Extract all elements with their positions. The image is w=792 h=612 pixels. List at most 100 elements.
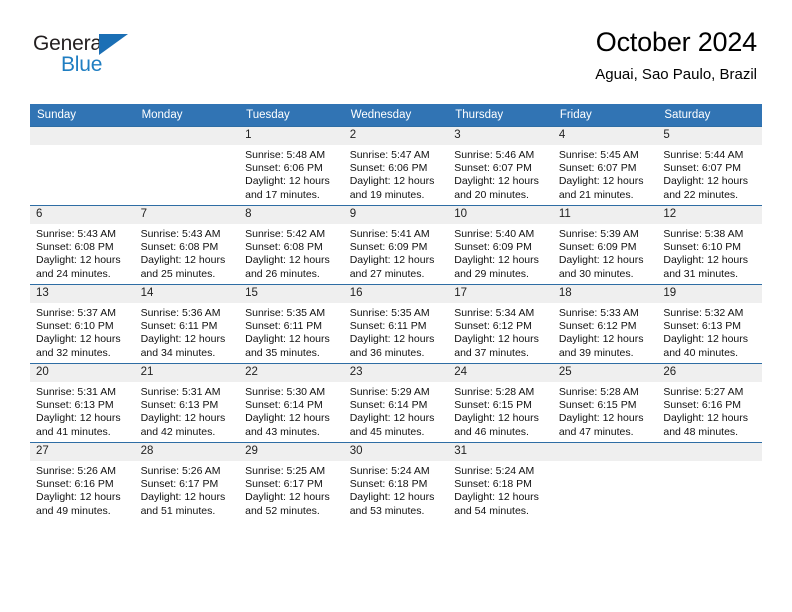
day-detail-line: Sunrise: 5:26 AM [140, 465, 221, 477]
day-detail-line: Sunrise: 5:26 AM [36, 465, 116, 477]
day-detail-line: Sunset: 6:06 PM [245, 162, 323, 175]
day-detail-line: Sunset: 6:17 PM [245, 478, 323, 491]
calendar-day-cell[interactable]: 7 Sunrise: 5:43 AM Sunset: 6:08 PM Daylight… [134, 205, 240, 285]
calendar-day-cell[interactable]: 12 Sunrise: 5:38 AM Sunset: 6:10 PM Dayligh… [657, 205, 762, 285]
day-number: 12 [657, 206, 762, 224]
day-detail-line: Sunrise: 5:33 AM [558, 307, 639, 319]
day-number: 24 [448, 364, 553, 382]
calendar-day-cell[interactable]: 23 Sunrise: 5:29 AM Sunset: 6:14 PM Dayligh… [343, 363, 449, 443]
calendar-day-cell[interactable]: 18 Sunrise: 5:33 AM Sunset: 6:12 PM Dayligh… [552, 284, 658, 364]
calendar-day-cell[interactable]: 8 Sunrise: 5:42 AM Sunset: 6:08 PM Daylight… [239, 205, 344, 285]
day-number: 3 [448, 127, 553, 145]
day-detail-line: Daylight: 12 hours [558, 175, 644, 188]
calendar-day-cell[interactable]: 4 Sunrise: 5:45 AM Sunset: 6:07 PM Daylight… [552, 126, 658, 206]
day-details: Sunrise: 5:48 AM Sunset: 6:06 PM Daylight:… [239, 145, 344, 202]
day-detail-line: Daylight: 12 hours [663, 254, 749, 267]
calendar-day-cell[interactable]: 17 Sunrise: 5:34 AM Sunset: 6:12 PM Dayligh… [448, 284, 553, 364]
day-detail-line: Sunset: 6:07 PM [454, 162, 532, 175]
day-detail-line: Sunset: 6:16 PM [663, 399, 742, 412]
day-detail-line: Sunset: 6:12 PM [558, 320, 637, 333]
calendar-empty-cell [657, 442, 762, 521]
calendar-day-cell[interactable]: 1 Sunrise: 5:48 AM Sunset: 6:06 PM Daylight… [239, 126, 344, 206]
calendar-week-row: 20 Sunrise: 5:31 AM Sunset: 6:13 PM Dayligh… [30, 363, 762, 443]
weekday-header-row: Sunday Monday Tuesday Wednesday Thursday… [30, 104, 762, 127]
triangle-flag-icon [99, 34, 128, 55]
brand-logo[interactable]: General Blue [33, 28, 145, 84]
day-detail-line: Sunset: 6:08 PM [140, 241, 219, 254]
calendar-week-row: 27 Sunrise: 5:26 AM Sunset: 6:16 PM Dayligh… [30, 442, 762, 521]
calendar-day-cell[interactable]: 29 Sunrise: 5:25 AM Sunset: 6:17 PM Dayligh… [239, 442, 344, 521]
day-detail-line: Sunset: 6:11 PM [140, 320, 218, 333]
day-details: Sunrise: 5:35 AM Sunset: 6:11 PM Daylight:… [239, 303, 344, 360]
day-details: Sunrise: 5:28 AM Sunset: 6:15 PM Daylight:… [553, 382, 658, 439]
day-detail-line: Sunset: 6:13 PM [663, 320, 742, 333]
day-number: 4 [552, 127, 658, 145]
day-detail-line: Sunrise: 5:38 AM [663, 228, 744, 240]
day-number: 1 [239, 127, 344, 145]
day-detail-line: Daylight: 12 hours [349, 254, 435, 267]
calendar-day-cell[interactable]: 31 Sunrise: 5:24 AM Sunset: 6:18 PM Dayligh… [448, 442, 553, 521]
calendar-day-cell[interactable]: 11 Sunrise: 5:39 AM Sunset: 6:09 PM Dayligh… [552, 205, 658, 285]
day-detail-line: and 30 minutes. [558, 267, 634, 280]
day-detail-line: Sunset: 6:13 PM [36, 399, 114, 412]
day-detail-line: Sunrise: 5:34 AM [454, 307, 535, 319]
calendar-day-cell[interactable]: 26 Sunrise: 5:27 AM Sunset: 6:16 PM Dayligh… [657, 363, 762, 443]
day-detail-line: and 43 minutes. [245, 425, 320, 438]
day-number: 22 [239, 364, 344, 382]
calendar-day-cell[interactable]: 19 Sunrise: 5:32 AM Sunset: 6:13 PM Dayligh… [657, 284, 762, 364]
day-details: Sunrise: 5:32 AM Sunset: 6:13 PM Daylight:… [657, 303, 762, 360]
day-detail-line: and 37 minutes. [454, 346, 529, 359]
calendar-day-cell[interactable]: 15 Sunrise: 5:35 AM Sunset: 6:11 PM Dayligh… [239, 284, 344, 364]
calendar-day-cell[interactable]: 10 Sunrise: 5:40 AM Sunset: 6:09 PM Dayligh… [448, 205, 553, 285]
calendar-day-cell[interactable]: 28 Sunrise: 5:26 AM Sunset: 6:17 PM Dayligh… [134, 442, 240, 521]
day-detail-line: Sunset: 6:12 PM [454, 320, 532, 333]
day-number: 6 [30, 206, 135, 224]
calendar-empty-cell [552, 442, 658, 521]
day-detail-line: and 54 minutes. [454, 504, 529, 517]
day-detail-line: Sunrise: 5:35 AM [245, 307, 326, 319]
weekday-header-friday: Friday [552, 104, 658, 127]
page-title: October 2024 [595, 27, 757, 57]
calendar-day-cell[interactable]: 2 Sunrise: 5:47 AM Sunset: 6:06 PM Daylight… [343, 126, 449, 206]
day-number: 15 [239, 285, 344, 303]
calendar-day-cell[interactable]: 24 Sunrise: 5:28 AM Sunset: 6:15 PM Dayligh… [448, 363, 553, 443]
day-detail-line: Daylight: 12 hours [349, 491, 435, 504]
calendar-day-cell[interactable]: 30 Sunrise: 5:24 AM Sunset: 6:18 PM Dayligh… [343, 442, 449, 521]
day-details: Sunrise: 5:24 AM Sunset: 6:18 PM Daylight:… [344, 461, 449, 518]
calendar-empty-cell [134, 126, 240, 206]
calendar-day-cell[interactable]: 21 Sunrise: 5:31 AM Sunset: 6:13 PM Dayligh… [134, 363, 240, 443]
calendar-day-cell[interactable]: 27 Sunrise: 5:26 AM Sunset: 6:16 PM Dayligh… [30, 442, 135, 521]
day-detail-line: Daylight: 12 hours [349, 412, 435, 425]
day-detail-line: Sunset: 6:14 PM [349, 399, 428, 412]
calendar-day-cell[interactable]: 5 Sunrise: 5:44 AM Sunset: 6:07 PM Daylight… [657, 126, 762, 206]
day-detail-line: and 25 minutes. [140, 267, 216, 280]
day-detail-line: Daylight: 12 hours [454, 175, 539, 188]
day-detail-line: Sunrise: 5:32 AM [663, 307, 744, 319]
calendar-day-cell[interactable]: 9 Sunrise: 5:41 AM Sunset: 6:09 PM Daylight… [343, 205, 449, 285]
day-number [657, 443, 762, 461]
calendar-day-cell[interactable]: 14 Sunrise: 5:36 AM Sunset: 6:11 PM Dayligh… [134, 284, 240, 364]
page-subtitle: Aguai, Sao Paulo, Brazil [595, 65, 757, 83]
day-detail-line: Daylight: 12 hours [245, 333, 330, 346]
calendar-day-cell[interactable]: 16 Sunrise: 5:35 AM Sunset: 6:11 PM Dayligh… [343, 284, 449, 364]
calendar-day-cell[interactable]: 6 Sunrise: 5:43 AM Sunset: 6:08 PM Daylight… [30, 205, 135, 285]
calendar-day-cell[interactable]: 22 Sunrise: 5:30 AM Sunset: 6:14 PM Dayligh… [239, 363, 344, 443]
calendar-week-row: 1 Sunrise: 5:48 AM Sunset: 6:06 PM Daylight… [30, 126, 762, 206]
day-detail-line: Daylight: 12 hours [663, 333, 749, 346]
calendar-day-cell[interactable]: 25 Sunrise: 5:28 AM Sunset: 6:15 PM Dayligh… [552, 363, 658, 443]
day-detail-line: Sunrise: 5:42 AM [245, 228, 326, 240]
calendar-day-cell[interactable]: 20 Sunrise: 5:31 AM Sunset: 6:13 PM Dayligh… [30, 363, 135, 443]
day-detail-line: and 35 minutes. [245, 346, 320, 359]
day-detail-line: and 42 minutes. [140, 425, 216, 438]
day-number [552, 443, 658, 461]
calendar-body: 1 Sunrise: 5:48 AM Sunset: 6:06 PM Daylight… [30, 126, 762, 521]
day-number: 14 [134, 285, 240, 303]
calendar-day-cell[interactable]: 3 Sunrise: 5:46 AM Sunset: 6:07 PM Daylight… [448, 126, 553, 206]
calendar-day-cell[interactable]: 13 Sunrise: 5:37 AM Sunset: 6:10 PM Dayligh… [30, 284, 135, 364]
day-number: 10 [448, 206, 553, 224]
day-detail-line: Sunset: 6:16 PM [36, 478, 114, 491]
day-number: 18 [552, 285, 658, 303]
day-detail-line: Sunrise: 5:25 AM [245, 465, 326, 477]
day-detail-line: Daylight: 12 hours [36, 333, 121, 346]
day-number: 27 [30, 443, 135, 461]
